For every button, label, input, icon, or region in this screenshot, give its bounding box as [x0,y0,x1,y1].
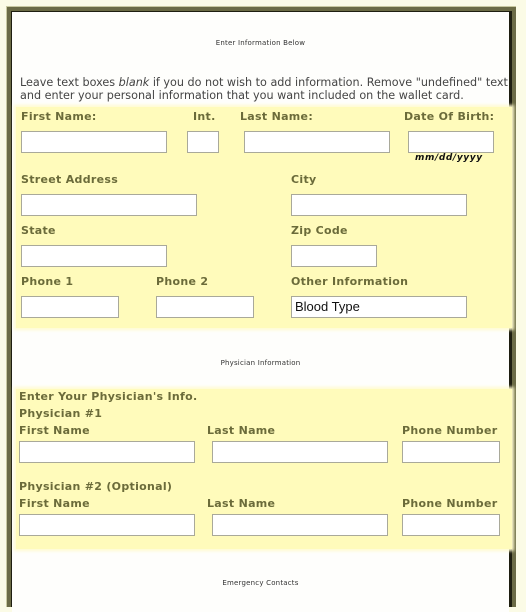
last-name-label: Last Name: [240,110,314,123]
form-page: Enter Information Below Leave text boxes… [12,12,512,612]
physician2-first-name-label: First Name [19,497,90,510]
section-title-physician: Physician Information [220,359,301,367]
physician1-last-name-input[interactable] [212,441,388,463]
state-input[interactable] [21,245,167,267]
physician1-title: Physician #1 [19,407,103,420]
physician2-phone-label: Phone Number [402,497,498,510]
physician2-last-name-label: Last Name [207,497,276,510]
street-address-input[interactable] [21,194,197,216]
last-name-input[interactable] [244,131,390,153]
intro-emphasis: blank [118,76,150,89]
section-title-emergency: Emergency Contacts [222,579,299,587]
phone2-input[interactable] [156,296,254,318]
physician1-phone-input[interactable] [402,441,500,463]
zip-code-label: Zip Code [291,224,348,237]
physician1-first-name-label: First Name [19,424,90,437]
physician-heading: Enter Your Physician's Info. [19,390,198,403]
initial-input[interactable] [187,131,219,153]
dob-format-hint: mm/dd/yyyy [415,153,483,163]
instructions-text: Leave text boxes blank if you do not wis… [20,76,510,102]
physician1-phone-label: Phone Number [402,424,498,437]
phone1-input[interactable] [21,296,119,318]
section-title-personal: Enter Information Below [215,39,306,47]
other-info-input[interactable]: Blood Type [291,296,467,318]
zip-code-input[interactable] [291,245,377,267]
phone2-label: Phone 2 [156,275,209,288]
physician2-title: Physician #2 (Optional) [19,480,173,493]
phone1-label: Phone 1 [21,275,74,288]
physician2-phone-input[interactable] [402,514,500,536]
initial-label: Int. [193,110,216,123]
state-label: State [21,224,56,237]
city-input[interactable] [291,194,467,216]
street-address-label: Street Address [21,173,119,186]
physician1-last-name-label: Last Name [207,424,276,437]
intro-before: Leave text boxes [20,76,119,89]
first-name-input[interactable] [21,131,167,153]
city-label: City [291,173,317,186]
dob-label: Date Of Birth: [404,110,495,123]
other-info-label: Other Information [291,275,409,288]
physician2-first-name-input[interactable] [19,514,195,536]
dob-input[interactable] [408,131,494,153]
physician2-last-name-input[interactable] [212,514,388,536]
physician1-first-name-input[interactable] [19,441,195,463]
first-name-label: First Name: [21,110,97,123]
